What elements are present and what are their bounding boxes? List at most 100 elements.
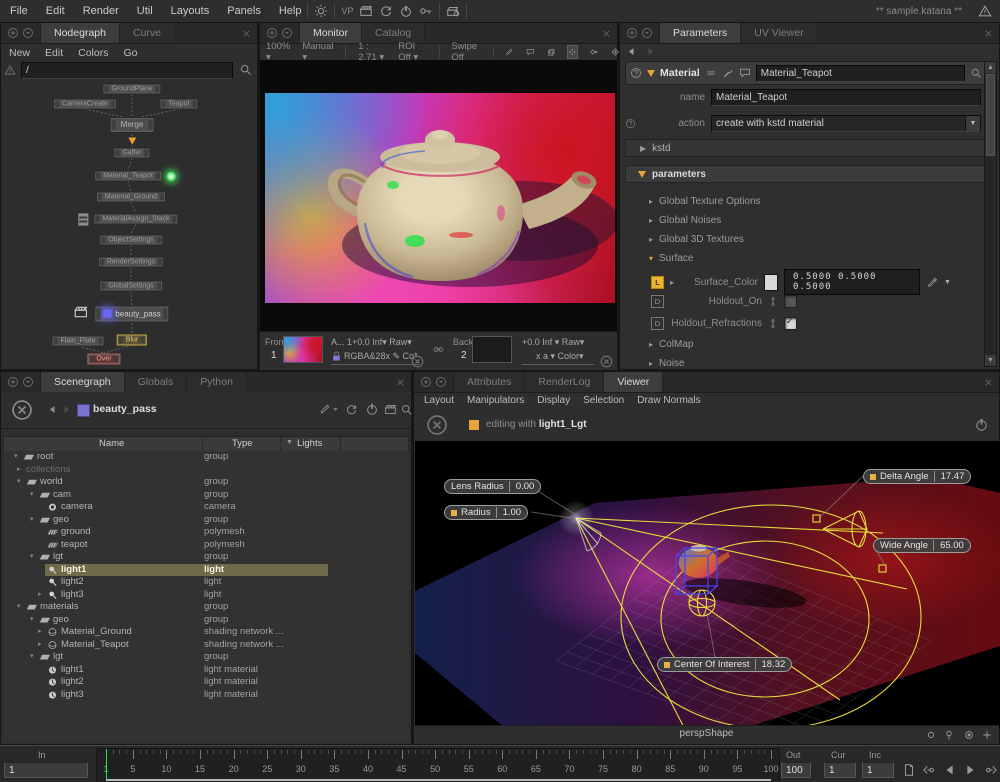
edit-flag-green-icon[interactable] (166, 171, 176, 181)
node-search-input[interactable] (21, 62, 233, 79)
pane-add-icon[interactable] (420, 376, 432, 388)
tab-python[interactable]: Python (187, 372, 247, 392)
pane-menu-icon[interactable] (435, 376, 447, 388)
node-GroundPlane[interactable]: GroundPlane (102, 84, 161, 95)
wrench-icon[interactable] (722, 67, 734, 79)
dropdown-caret-icon[interactable]: ▼ (965, 116, 980, 131)
expander-open-icon[interactable]: ▾ (30, 551, 34, 564)
front-thumbnail[interactable] (283, 336, 323, 363)
playhead[interactable] (106, 749, 107, 780)
pane-menu-icon[interactable] (22, 376, 34, 388)
node-Blur[interactable]: Blur (117, 335, 147, 346)
scroll-down-icon[interactable]: ▼ (985, 355, 996, 366)
link-buffers-icon[interactable] (432, 343, 445, 356)
close-icon[interactable] (241, 28, 252, 39)
expander-open-icon[interactable]: ▾ (17, 601, 21, 614)
param-global-texture-options[interactable]: ▸Global Texture Options (625, 196, 1000, 207)
front-info-line2[interactable]: RGBA&28x ✎ Co* (344, 351, 418, 362)
default-tag[interactable]: D (651, 317, 664, 330)
expander-closed-icon[interactable]: ▸ (38, 626, 42, 639)
expanded-triangle-icon[interactable] (638, 171, 646, 178)
viewer-menu-selection[interactable]: Selection (583, 395, 624, 406)
menu-panels[interactable]: Panels (227, 5, 261, 17)
tab-parameters[interactable]: Parameters (660, 23, 741, 43)
frame-ruler[interactable]: 1510152025303540455055606570758085909510… (96, 748, 780, 782)
param-holdout-refractions[interactable]: DHoldout_Refractions (625, 317, 987, 330)
pane-menu-icon[interactable] (281, 27, 293, 39)
tree-row-collections[interactable]: ▸collections (3, 464, 409, 477)
scrollbar-thumb[interactable] (986, 74, 995, 156)
close-icon[interactable] (983, 28, 994, 39)
back-thumbnail[interactable] (472, 336, 512, 363)
camera-name[interactable]: perspShape (414, 728, 999, 739)
expander-open-icon[interactable]: ▾ (30, 489, 34, 502)
eyedropper-icon[interactable] (926, 276, 938, 288)
caret-down-icon[interactable]: ▼ (944, 279, 951, 286)
filled-circle-icon[interactable] (963, 729, 975, 741)
local-tag[interactable]: L (651, 276, 664, 289)
node-Flain_Plate[interactable]: Flain_Plate (51, 336, 104, 347)
nav-back-icon[interactable] (626, 46, 637, 57)
clear-scenegraph-icon[interactable] (11, 399, 33, 421)
add-icon[interactable] (981, 729, 993, 741)
tab-renderlog[interactable]: RenderLog (525, 372, 604, 392)
color-swatch[interactable] (764, 274, 778, 291)
history-back-icon[interactable] (47, 404, 58, 415)
tab-scenegraph[interactable]: Scenegraph (41, 372, 125, 392)
tab-catalog[interactable]: Catalog (362, 23, 425, 43)
search-icon[interactable] (400, 403, 413, 416)
search-icon[interactable] (239, 63, 252, 76)
tree-row-lgt[interactable]: ▾lgtgroup (3, 551, 409, 564)
menu-layouts[interactable]: Layouts (171, 5, 210, 17)
close-icon[interactable] (601, 28, 612, 39)
back-info-line1[interactable]: +0.0 Inf ▾ Raw▾ (522, 337, 584, 348)
tab-nodegraph[interactable]: Nodegraph (41, 23, 120, 43)
fit-view-icon[interactable] (567, 45, 578, 59)
settings-gear-icon[interactable] (314, 4, 328, 18)
node-Merge[interactable]: Merge (110, 117, 155, 133)
warning-icon[interactable] (978, 4, 992, 18)
tab-uv-viewer[interactable]: UV Viewer (741, 23, 817, 43)
light-pin-icon[interactable] (943, 729, 955, 741)
nav-forward-icon[interactable] (645, 46, 656, 57)
menu-util[interactable]: Util (137, 5, 153, 17)
pencil-caret-icon[interactable] (331, 405, 340, 414)
out-frame-field[interactable] (781, 762, 811, 778)
nodegraph-menu-colors[interactable]: Colors (78, 47, 108, 59)
pane-add-icon[interactable] (626, 27, 638, 39)
close-icon[interactable] (395, 377, 406, 388)
checkbox-checked[interactable] (784, 317, 797, 330)
lights-caret-icon[interactable]: ▼ (286, 439, 293, 446)
power-icon[interactable] (399, 4, 413, 18)
key-icon[interactable] (419, 4, 433, 18)
refresh-icon[interactable] (379, 4, 393, 18)
tree-row-light3[interactable]: ▸light3light (3, 589, 409, 602)
help-icon[interactable] (625, 118, 636, 129)
power-icon[interactable] (365, 402, 379, 416)
prev-frame-icon[interactable] (943, 763, 957, 777)
nodegraph-canvas[interactable]: GroundPlaneCameraCreateTeapotMergeGaffer… (1, 82, 257, 369)
compare-icon[interactable] (590, 46, 599, 58)
pane-menu-icon[interactable] (22, 27, 34, 39)
prev-key-icon[interactable] (922, 763, 936, 777)
search-icon[interactable] (970, 67, 982, 79)
expander-icon[interactable]: ▸ (649, 235, 653, 244)
link-icon[interactable] (705, 67, 717, 79)
tree-row-root[interactable]: ▾rootgroup (3, 451, 409, 464)
override-icon[interactable] (768, 317, 778, 330)
tree-row-Material_Ground[interactable]: ▸Material_Groundshading network ... (3, 626, 409, 639)
column-type[interactable]: Type (232, 438, 253, 449)
override-icon[interactable] (768, 295, 778, 308)
action-dropdown[interactable]: create with kstd material ▼ (711, 115, 981, 132)
hud-lens-radius[interactable]: Lens Radius0.00 (444, 479, 541, 494)
nodegraph-menu-new[interactable]: New (9, 47, 30, 59)
scrollbar[interactable]: ▲ ▼ (984, 61, 997, 367)
tab-viewer[interactable]: Viewer (604, 372, 663, 392)
flipbook-icon[interactable] (902, 763, 916, 777)
expander-icon[interactable]: ▸ (649, 340, 653, 349)
vp-label[interactable]: VP (341, 6, 353, 16)
increment-field[interactable] (862, 762, 894, 778)
tree-row-Material_Teapot[interactable]: ▸Material_Teapotshading network ... (3, 639, 409, 652)
pane-add-icon[interactable] (7, 376, 19, 388)
front-info-line1[interactable]: A... 1+0.0 Inf▾ Raw▾ (331, 337, 412, 348)
